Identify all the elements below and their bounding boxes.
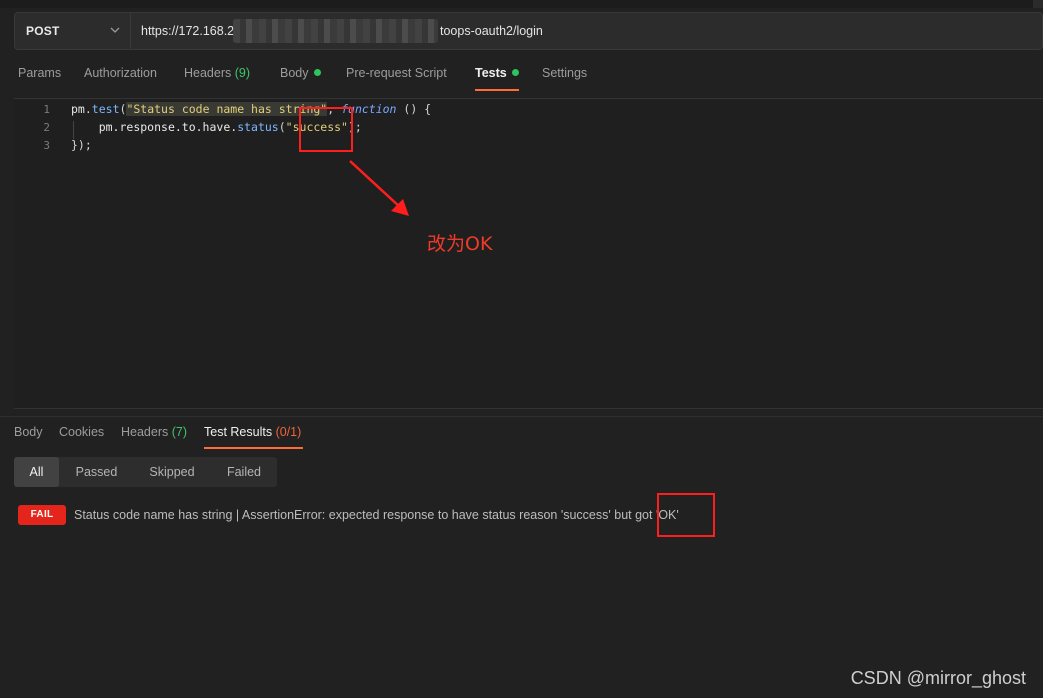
tab-label: Test Results [204,425,273,439]
tab-label: Headers [184,66,232,80]
tab-label: Headers [121,425,169,439]
url-bar: POST https://172.168.2 toops-oauth2/logi… [14,12,1043,50]
method-label: POST [26,24,60,38]
annotation-note: 改为OK [427,233,493,255]
active-tab-underline [204,447,303,449]
tab-label: Pre-request Script [346,66,447,80]
tab-headers[interactable]: Headers (9) [184,66,250,80]
method-select[interactable]: POST [15,13,131,49]
fail-status-badge: FAIL [18,505,66,525]
tab-tests[interactable]: Tests [475,66,519,80]
tab-label: Params [18,66,62,80]
code-token: pm [71,102,85,116]
filter-failed-button[interactable]: Failed [214,457,274,487]
script-editor[interactable]: 1 2 3 pm.test("Status code name has stri… [14,98,1043,409]
code-string: "Status code name has string" [126,102,328,116]
code-token: test [91,102,120,116]
url-path[interactable]: toops-oauth2/login [440,24,543,38]
tab-response-headers[interactable]: Headers (7) [121,425,187,439]
top-strip [0,0,1043,8]
annotation-highlight-box [299,107,353,152]
annotation-arrow-icon [349,160,409,216]
line-number: 3 [43,139,50,152]
tab-label: Tests [475,66,507,80]
tab-label: Cookies [59,425,105,439]
active-tab-underline [475,89,519,91]
code-token: pm.response.to.have. [98,120,238,134]
url-input[interactable]: https://172.168.2 [141,24,234,38]
code-line-3: }); [71,138,92,152]
filter-passed-button[interactable]: Passed [63,457,130,487]
line-number: 2 [43,121,50,134]
result-filter-group: All Passed Skipped Failed [14,457,277,487]
code-line-1: pm.test("Status code name has string", f… [71,102,431,116]
tab-params[interactable]: Params [18,66,61,80]
tab-label: Body [280,66,309,80]
tab-count: (0/1) [275,425,302,439]
tab-settings[interactable]: Settings [542,66,587,80]
status-dot-icon [313,69,321,76]
filter-all-button[interactable]: All [14,457,59,487]
tab-label: Settings [542,66,588,80]
redacted-url-segment [233,19,438,43]
filter-skipped-button[interactable]: Skipped [136,457,208,487]
watermark: CSDN @mirror_ghost [850,668,1026,688]
tab-count: (9) [234,66,251,80]
status-dot-icon [511,69,519,76]
code-token: status [237,120,279,134]
tab-body[interactable]: Body [280,66,321,80]
tab-authorization[interactable]: Authorization [84,66,157,80]
tab-test-results[interactable]: Test Results (0/1) [204,425,301,439]
line-number: 1 [43,103,50,116]
section-divider [0,416,1043,417]
code-token: ( [278,120,286,134]
tab-cookies[interactable]: Cookies [59,425,104,439]
test-result-message: Status code name has string | AssertionE… [74,508,679,522]
code-token: () { [396,102,432,116]
annotation-highlight-box [657,493,715,537]
tab-label: Body [14,425,43,439]
window-edge [1033,0,1043,8]
chevron-down-icon [110,27,120,33]
tab-pre-request-script[interactable]: Pre-request Script [346,66,447,80]
tab-label: Authorization [84,66,157,80]
tab-response-body[interactable]: Body [14,425,43,439]
code-token: . [84,102,92,116]
tab-count: (7) [171,425,188,439]
